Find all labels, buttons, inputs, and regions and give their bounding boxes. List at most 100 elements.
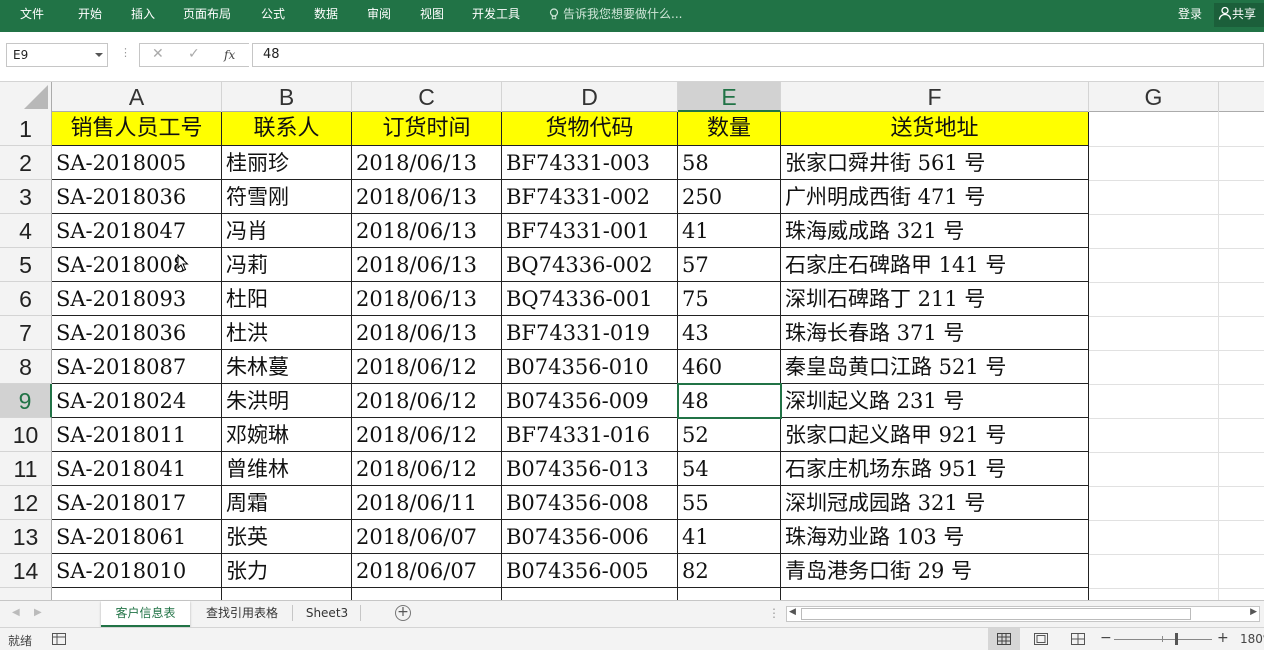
row-header-7[interactable]: 7 <box>0 316 52 350</box>
table-cell-partial[interactable] <box>781 588 1089 600</box>
table-cell-partial[interactable] <box>222 588 352 600</box>
table-cell[interactable]: SA-2018036 <box>52 180 222 214</box>
table-cell[interactable]: 2018/06/13 <box>352 248 502 282</box>
tab-view[interactable]: 视图 <box>420 0 444 32</box>
scroll-tabs-left-icon[interactable]: ◀ <box>12 607 20 618</box>
table-cell[interactable]: 冯肖 <box>222 214 352 248</box>
header-cell[interactable]: 货物代码 <box>502 112 678 146</box>
scroll-left-icon[interactable]: ◀ <box>789 607 796 617</box>
table-cell[interactable]: 2018/06/13 <box>352 214 502 248</box>
table-cell[interactable]: BQ74336-002 <box>502 248 678 282</box>
table-cell[interactable]: 2018/06/12 <box>352 452 502 486</box>
login-link[interactable]: 登录 <box>1178 0 1202 28</box>
table-cell-partial[interactable] <box>352 588 502 600</box>
tab-review[interactable]: 审阅 <box>367 0 391 32</box>
row-header-9[interactable]: 9 <box>0 384 52 418</box>
zoom-out-icon[interactable]: − <box>1100 630 1112 646</box>
column-header-d[interactable]: D <box>502 82 678 112</box>
header-cell[interactable]: 订货时间 <box>352 112 502 146</box>
share-button[interactable]: 共享 <box>1214 3 1264 27</box>
header-cell[interactable]: 数量 <box>678 112 781 146</box>
tab-page-layout[interactable]: 页面布局 <box>183 0 231 32</box>
table-cell[interactable]: 珠海劝业路 103 号 <box>781 520 1089 554</box>
table-cell[interactable]: 2018/06/07 <box>352 520 502 554</box>
table-cell[interactable]: 邓婉琳 <box>222 418 352 452</box>
table-cell[interactable]: BF74331-019 <box>502 316 678 350</box>
table-cell[interactable]: 珠海威成路 321 号 <box>781 214 1089 248</box>
row-header-3[interactable]: 3 <box>0 180 52 214</box>
sheet-tab-sheet3[interactable]: Sheet3 <box>297 601 357 627</box>
macro-record-icon[interactable] <box>52 633 66 645</box>
table-cell[interactable]: B074356-006 <box>502 520 678 554</box>
normal-view-button[interactable] <box>988 628 1020 650</box>
table-cell[interactable]: SA-2018008 <box>52 248 222 282</box>
sheet-tab-customer-info[interactable]: 客户信息表 <box>101 601 190 627</box>
table-cell[interactable]: 张家口起义路甲 921 号 <box>781 418 1089 452</box>
table-cell[interactable]: 杜阳 <box>222 282 352 316</box>
table-cell[interactable]: 41 <box>678 214 781 248</box>
table-cell[interactable]: 41 <box>678 520 781 554</box>
table-cell[interactable]: B074356-008 <box>502 486 678 520</box>
zoom-slider[interactable] <box>1114 639 1212 640</box>
table-cell[interactable]: 张家口舜井街 561 号 <box>781 146 1089 180</box>
table-cell[interactable]: 54 <box>678 452 781 486</box>
table-cell[interactable]: 深圳石碑路丁 211 号 <box>781 282 1089 316</box>
table-cell[interactable]: 石家庄石碑路甲 141 号 <box>781 248 1089 282</box>
confirm-icon[interactable]: ✓ <box>188 46 200 62</box>
table-cell[interactable]: SA-2018087 <box>52 350 222 384</box>
table-cell[interactable]: 朱林蔓 <box>222 350 352 384</box>
table-cell[interactable]: SA-2018047 <box>52 214 222 248</box>
table-cell[interactable]: SA-2018093 <box>52 282 222 316</box>
table-cell[interactable]: B074356-005 <box>502 554 678 588</box>
table-cell[interactable]: SA-2018061 <box>52 520 222 554</box>
table-cell[interactable]: 43 <box>678 316 781 350</box>
scroll-right-icon[interactable]: ▶ <box>1250 607 1257 617</box>
table-cell[interactable]: B074356-010 <box>502 350 678 384</box>
row-header-11[interactable]: 11 <box>0 452 52 486</box>
row-header-4[interactable]: 4 <box>0 214 52 248</box>
page-break-view-icon[interactable] <box>1071 633 1085 645</box>
table-cell[interactable]: SA-2018041 <box>52 452 222 486</box>
table-cell[interactable]: 2018/06/13 <box>352 180 502 214</box>
header-cell[interactable]: 联系人 <box>222 112 352 146</box>
table-cell[interactable]: 冯莉 <box>222 248 352 282</box>
table-cell[interactable]: 82 <box>678 554 781 588</box>
table-cell-partial[interactable] <box>678 588 781 600</box>
table-cell[interactable]: 张力 <box>222 554 352 588</box>
table-cell[interactable]: 石家庄机场东路 951 号 <box>781 452 1089 486</box>
column-header-f[interactable]: F <box>781 82 1089 112</box>
row-header-partial[interactable] <box>0 588 52 600</box>
table-cell-partial[interactable] <box>52 588 222 600</box>
row-header-2[interactable]: 2 <box>0 146 52 180</box>
table-cell[interactable]: B074356-009 <box>502 384 678 418</box>
table-cell[interactable]: 2018/06/07 <box>352 554 502 588</box>
table-cell[interactable]: 周霜 <box>222 486 352 520</box>
table-cell[interactable]: 2018/06/11 <box>352 486 502 520</box>
row-header-8[interactable]: 8 <box>0 350 52 384</box>
table-cell[interactable]: BF74331-002 <box>502 180 678 214</box>
table-cell[interactable]: 460 <box>678 350 781 384</box>
scroll-tabs-right-icon[interactable]: ▶ <box>34 607 42 618</box>
table-cell[interactable]: B074356-013 <box>502 452 678 486</box>
tab-formulas[interactable]: 公式 <box>261 0 285 32</box>
row-header-13[interactable]: 13 <box>0 520 52 554</box>
table-cell[interactable]: BF74331-001 <box>502 214 678 248</box>
table-cell[interactable]: SA-2018011 <box>52 418 222 452</box>
table-cell[interactable]: 250 <box>678 180 781 214</box>
table-cell[interactable]: 2018/06/13 <box>352 282 502 316</box>
table-cell[interactable]: SA-2018024 <box>52 384 222 418</box>
header-cell[interactable]: 销售人员工号 <box>52 112 222 146</box>
row-header-14[interactable]: 14 <box>0 554 52 588</box>
table-cell[interactable]: SA-2018005 <box>52 146 222 180</box>
drag-handle-icon[interactable]: ⋮ <box>768 606 780 620</box>
table-cell[interactable]: 深圳起义路 231 号 <box>781 384 1089 418</box>
tab-data[interactable]: 数据 <box>314 0 338 32</box>
row-header-6[interactable]: 6 <box>0 282 52 316</box>
tab-home[interactable]: 开始 <box>78 0 102 32</box>
table-cell[interactable]: SA-2018017 <box>52 486 222 520</box>
table-cell[interactable]: 52 <box>678 418 781 452</box>
header-cell[interactable]: 送货地址 <box>781 112 1089 146</box>
insert-function-icon[interactable]: fx <box>224 48 235 62</box>
table-cell[interactable]: 张英 <box>222 520 352 554</box>
table-cell[interactable]: 青岛港务口街 29 号 <box>781 554 1089 588</box>
